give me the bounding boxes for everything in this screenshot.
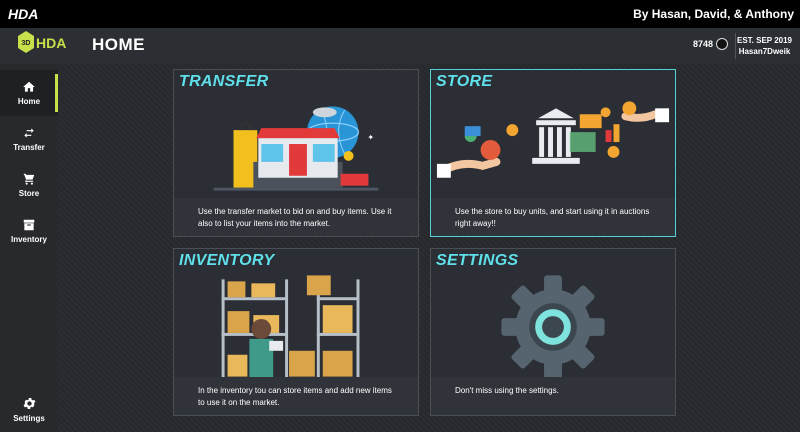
title-bar: HDA By Hasan, David, & Anthony xyxy=(0,0,800,28)
archive-icon xyxy=(23,219,35,231)
inventory-illustration xyxy=(221,275,360,379)
sidebar-item-store[interactable]: Store xyxy=(0,162,58,208)
credits-text: By Hasan, David, & Anthony xyxy=(633,7,794,21)
card-transfer[interactable]: TRANSFER ✦ Use the transfer market to bi… xyxy=(173,69,419,237)
coin-icon xyxy=(716,38,728,50)
svg-text:✦: ✦ xyxy=(367,133,374,142)
sidebar-item-label: Home xyxy=(17,97,41,106)
sidebar-item-transfer[interactable]: Transfer xyxy=(0,116,58,162)
card-inventory[interactable]: INVENTORY In the inventory tou can store… xyxy=(173,248,419,416)
balance-display: 8748 xyxy=(693,38,728,50)
username: Hasan7Dweik xyxy=(738,47,791,56)
card-description: Use the transfer market to bid on and bu… xyxy=(174,198,418,236)
card-description: Don't miss using the settings. xyxy=(431,377,675,415)
main-area: TRANSFER ✦ Use the transfer market to bi… xyxy=(58,64,800,432)
card-title: SETTINGS xyxy=(436,252,519,269)
card-description: In the inventory tou can store items and… xyxy=(174,377,418,415)
card-title: STORE xyxy=(436,73,493,90)
gear-illustration xyxy=(501,275,605,379)
sidebar: Home Transfer Store Inventory Settings xyxy=(0,64,58,432)
est-date: EST. SEP 2019 xyxy=(737,36,792,45)
sidebar-item-label: Inventory xyxy=(10,235,47,244)
sidebar-item-label: Store xyxy=(18,189,40,198)
sidebar-item-inventory[interactable]: Inventory xyxy=(0,208,58,254)
card-store[interactable]: STORE Use the store to buy units, and st… xyxy=(430,69,676,237)
header: 3D HDA HOME 8748 EST. SEP 2019 Hasan7Dwe… xyxy=(0,28,800,64)
store-illustration xyxy=(436,101,670,178)
user-info: EST. SEP 2019 Hasan7Dweik xyxy=(737,35,792,57)
transfer-icon xyxy=(24,128,34,138)
app-title: HDA xyxy=(8,6,39,22)
card-description: Use the store to buy units, and start us… xyxy=(431,198,675,236)
card-title: INVENTORY xyxy=(179,252,275,269)
header-divider xyxy=(735,33,736,59)
page-title: HOME xyxy=(92,35,145,54)
home-icon xyxy=(23,81,35,92)
sidebar-item-label: Transfer xyxy=(13,143,45,152)
gear-icon xyxy=(23,397,35,409)
sidebar-item-label: Settings xyxy=(13,413,45,423)
transfer-illustration: ✦ xyxy=(213,106,379,191)
balance-value: 8748 xyxy=(692,39,713,49)
card-settings[interactable]: SETTINGS Don't miss using the settings. xyxy=(430,248,676,416)
svg-text:3D: 3D xyxy=(22,40,31,47)
sidebar-item-settings[interactable]: Settings xyxy=(0,386,58,432)
sidebar-item-home[interactable]: Home xyxy=(0,70,58,116)
cart-icon xyxy=(23,173,35,185)
card-title: TRANSFER xyxy=(179,73,269,90)
svg-text:HDA: HDA xyxy=(36,35,66,51)
logo: 3D HDA xyxy=(18,31,66,53)
